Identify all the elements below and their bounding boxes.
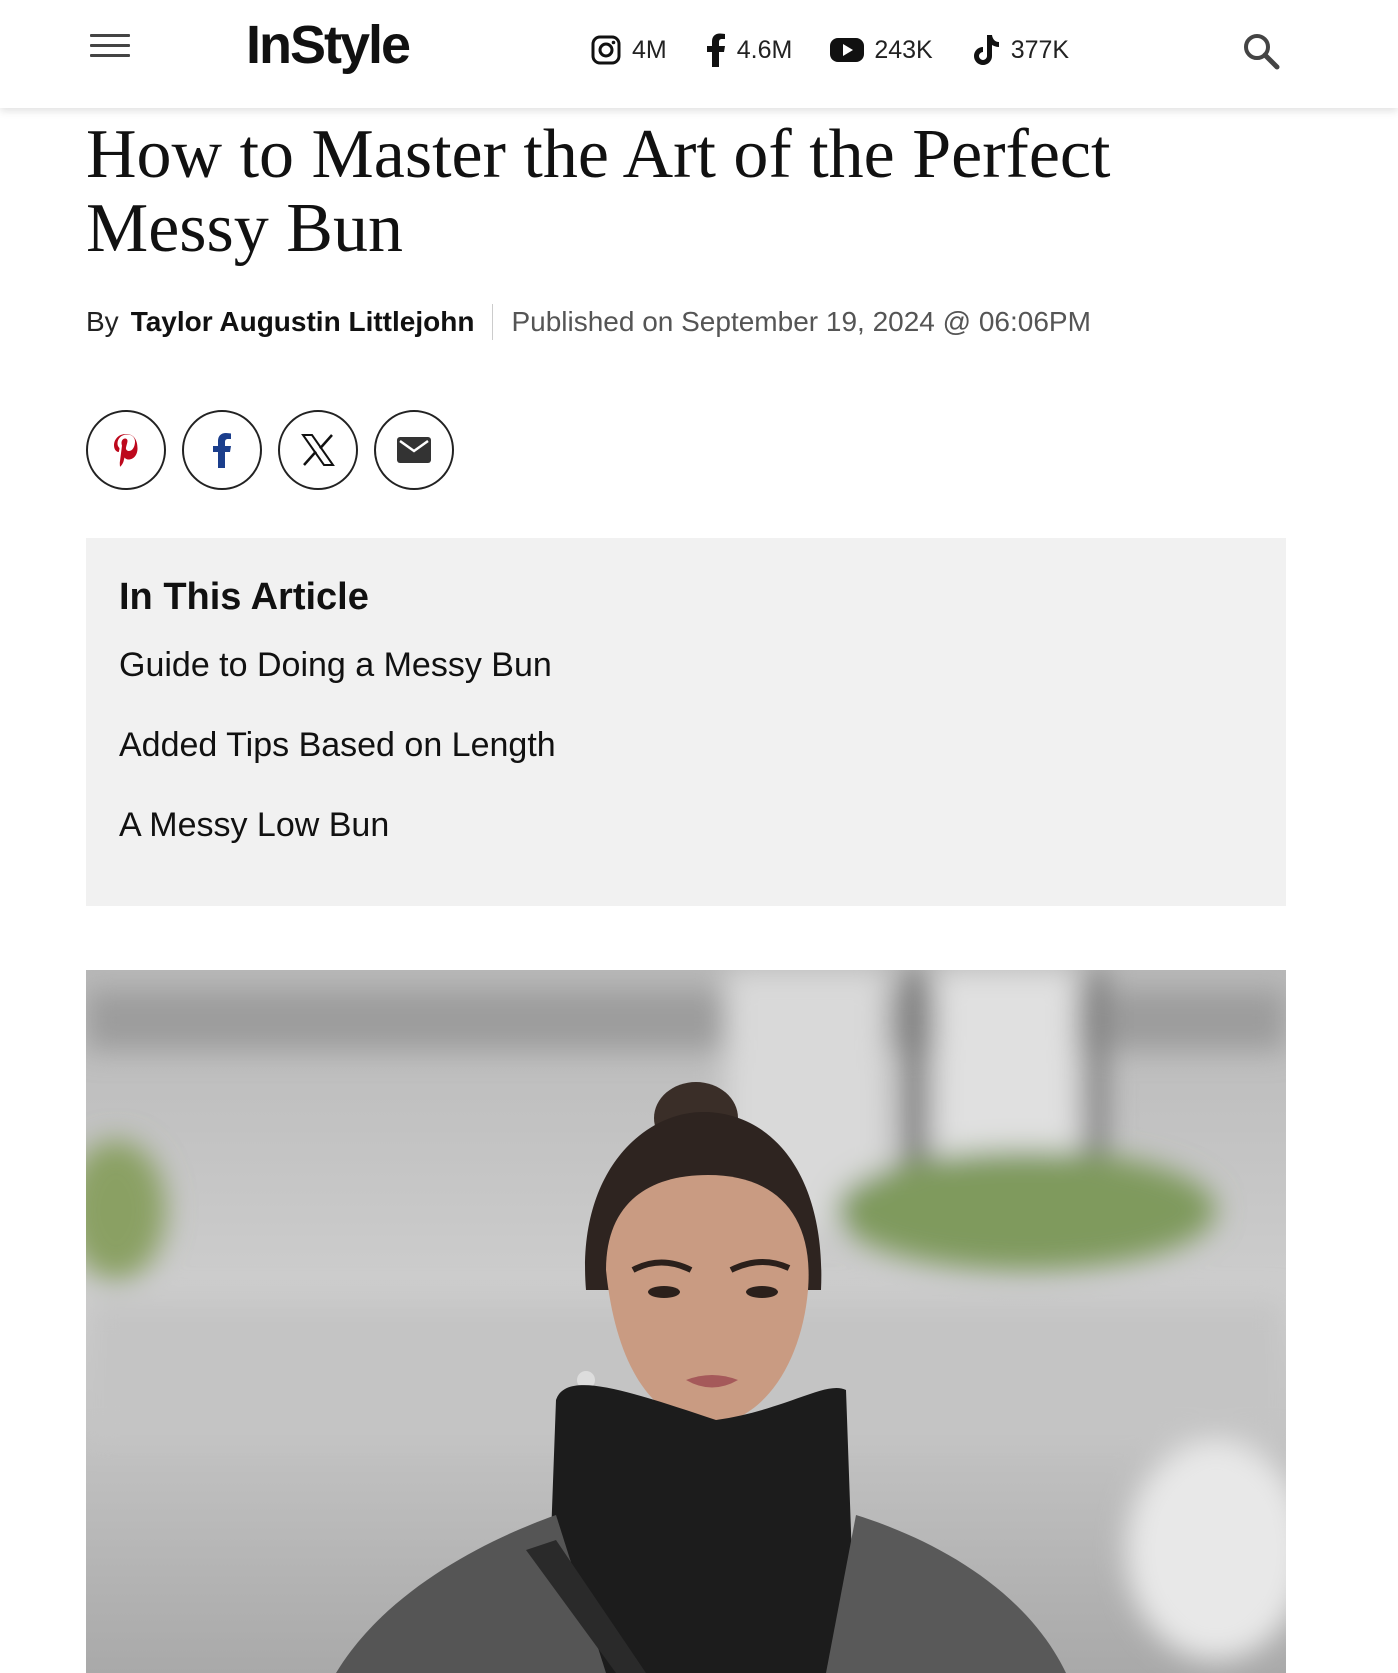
author-link[interactable]: Taylor Augustin Littlejohn	[131, 306, 475, 338]
facebook-count: 4.6M	[736, 35, 793, 64]
by-label: By	[86, 306, 119, 337]
facebook-link[interactable]: 4.6M	[705, 33, 793, 67]
email-icon	[397, 437, 431, 463]
share-buttons	[86, 410, 470, 490]
tiktok-link[interactable]: 377K	[971, 33, 1069, 67]
instagram-link[interactable]: 4M	[590, 34, 667, 66]
byline: By Taylor Augustin Littlejohn Published …	[86, 302, 1091, 342]
tiktok-count: 377K	[1010, 35, 1070, 64]
article-title: How to Master the Art of the Perfect Mes…	[86, 116, 1111, 267]
email-share-button[interactable]	[374, 410, 454, 490]
youtube-count: 243K	[874, 35, 933, 64]
toc-link[interactable]: Added Tips Based on Length	[119, 723, 1253, 767]
pinterest-icon	[114, 434, 138, 467]
search-icon[interactable]	[1240, 30, 1282, 72]
tiktok-icon	[973, 35, 999, 65]
facebook-icon	[213, 433, 231, 468]
youtube-link[interactable]: 243K	[830, 35, 933, 65]
toc-title: In This Article	[119, 576, 369, 618]
pinterest-share-button[interactable]	[86, 410, 166, 490]
social-follow-links: 4M 4.6M 243K 377K	[590, 28, 1107, 72]
site-header: InStyle 4M 4.6M 243K 377K	[0, 0, 1398, 108]
facebook-share-button[interactable]	[182, 410, 262, 490]
x-icon	[301, 434, 335, 466]
youtube-icon	[830, 38, 865, 62]
facebook-icon	[706, 33, 725, 67]
byline-divider	[492, 304, 494, 340]
x-share-button[interactable]	[278, 410, 358, 490]
publish-date: Published on September 19, 2024 @ 06:06P…	[511, 306, 1091, 337]
hamburger-menu-icon[interactable]	[90, 34, 130, 64]
site-logo[interactable]: InStyle	[246, 14, 411, 76]
table-of-contents: In This Article Guide to Doing a Messy B…	[86, 538, 1286, 906]
instagram-count: 4M	[632, 35, 667, 64]
toc-link[interactable]: A Messy Low Bun	[119, 803, 1253, 847]
instagram-icon	[591, 35, 621, 65]
hero-image	[86, 970, 1286, 1673]
toc-link[interactable]: Guide to Doing a Messy Bun	[119, 643, 1253, 687]
